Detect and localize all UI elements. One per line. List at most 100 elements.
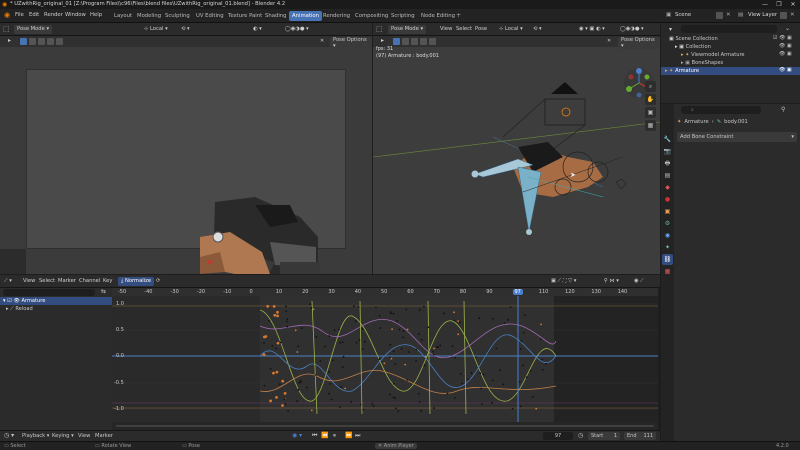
keyframe-dot[interactable]	[507, 318, 510, 321]
new-scene-icon[interactable]	[716, 12, 723, 19]
tab-scripting[interactable]: Scripting	[388, 11, 418, 21]
keyframe-dot[interactable]	[451, 345, 454, 348]
outliner-visibility-icon[interactable]: 👁 ▣	[779, 67, 792, 73]
select-subtract-icon[interactable]	[38, 38, 45, 45]
select-box-icon[interactable]	[20, 38, 27, 45]
keyframe-dot[interactable]	[443, 312, 446, 315]
keyframe-dot[interactable]	[392, 382, 395, 385]
keyframe-dot[interactable]	[518, 381, 521, 383]
keyframe-dot[interactable]	[283, 398, 286, 401]
keyframe-dot[interactable]	[328, 392, 330, 395]
keyframe-dot[interactable]	[309, 303, 311, 305]
left-viewport[interactable]: ⬚ Pose Mode ▾ ⊹ Local ▾ ⟲ ▾ ◐ ▾ ◯◉◑● ▾ ▸…	[0, 23, 372, 274]
outliner-search-input[interactable]	[681, 25, 777, 33]
keyframe-dot[interactable]	[269, 399, 272, 403]
right-viewport[interactable]: ⬚ Pose Mode ▾ View Select Pose ⊹ Local ▾…	[373, 23, 660, 274]
pan-hand-icon[interactable]: ✋	[645, 94, 656, 105]
channel-reload[interactable]: ▸ ⟋ Reload	[0, 305, 112, 313]
keyframe-dot[interactable]	[378, 358, 381, 360]
normalize-refresh-icon[interactable]: ⟳	[156, 277, 160, 286]
tab-texture-paint[interactable]: Texture Paint	[225, 11, 265, 21]
keyframe-dot[interactable]	[375, 306, 377, 309]
right-select-subtract-icon[interactable]	[411, 38, 418, 45]
keyframe-dot[interactable]	[273, 313, 277, 317]
keyframe-dot[interactable]	[406, 328, 409, 331]
right-view-toggle-icons[interactable]: ◉ ▾ ▣ ◐ ▾	[579, 25, 605, 34]
keyframe-dot[interactable]	[271, 345, 274, 347]
keyframe-dot[interactable]	[339, 406, 341, 409]
keyframe-dot[interactable]	[457, 333, 460, 336]
add-bone-constraint-button[interactable]: Add Bone Constraint ▾	[677, 132, 797, 142]
left-toolbar-toggle-icon[interactable]: ▸	[8, 37, 11, 44]
play-icon[interactable]: ⏸	[333, 432, 336, 440]
keyframe-dot[interactable]	[407, 351, 410, 353]
keyframe-dot[interactable]	[284, 403, 287, 405]
keyframe-dot[interactable]	[371, 402, 374, 405]
keyframe-dot[interactable]	[266, 304, 270, 308]
keyframe-dot[interactable]	[283, 392, 287, 395]
keyframe-dot[interactable]	[454, 357, 457, 359]
keyframe-dot[interactable]	[453, 319, 456, 322]
keyframe-dot[interactable]	[362, 408, 365, 411]
anim-player-indicator[interactable]: ✕ Anim Player	[375, 443, 417, 449]
keying-menu[interactable]: Keying ▾	[52, 433, 74, 439]
keyframe-dot[interactable]	[350, 401, 353, 403]
keyframe-dot[interactable]	[389, 393, 391, 396]
menu-file[interactable]: File	[15, 12, 24, 18]
keyframe-dot[interactable]	[541, 368, 544, 371]
object-tab-icon[interactable]: ▣	[662, 206, 673, 217]
keyframe-dot[interactable]	[436, 345, 438, 348]
keyframe-dot[interactable]	[389, 343, 392, 346]
menu-edit[interactable]: Edit	[29, 12, 39, 18]
select-extend-icon[interactable]	[29, 38, 36, 45]
keyframe-dot[interactable]	[272, 305, 276, 308]
world-tab-icon[interactable]: ●	[662, 194, 673, 205]
material-tab-icon[interactable]: ▦	[662, 266, 673, 277]
output-tab-icon[interactable]: 🖶	[662, 158, 673, 169]
keyframe-dot[interactable]	[341, 366, 344, 369]
keyframe-dot[interactable]	[298, 381, 301, 384]
keyframe-dot[interactable]	[383, 362, 386, 365]
right-menu-pose[interactable]: Pose	[475, 25, 487, 34]
left-x-mirror-icon[interactable]: ✕	[320, 38, 324, 44]
tool-tab-icon[interactable]: 🔧	[662, 134, 673, 145]
channel-filter-icon[interactable]: ⇆	[101, 288, 106, 295]
keyframe-dot[interactable]	[482, 373, 485, 376]
keyframe-dot[interactable]	[427, 326, 430, 329]
right-menu-view[interactable]: View	[440, 25, 452, 34]
keyframe-dot[interactable]	[372, 405, 375, 408]
keyframe-dot[interactable]	[461, 382, 464, 385]
render-tab-icon[interactable]: 📷	[662, 146, 673, 157]
keyframe-dot[interactable]	[420, 410, 423, 412]
keyframe-dot[interactable]	[319, 360, 322, 362]
keyframe-dot[interactable]	[418, 401, 421, 403]
right-editor-type-icon[interactable]: ⬚	[376, 25, 383, 33]
keyframe-dot[interactable]	[392, 396, 395, 399]
keyframe-dot[interactable]	[453, 397, 456, 399]
timeline-marker-menu[interactable]: Marker	[95, 433, 113, 439]
delete-scene-icon[interactable]: ✕	[726, 12, 731, 18]
tab-sculpting[interactable]: Sculpting	[162, 11, 193, 21]
keyframe-dot[interactable]	[398, 328, 401, 331]
select-invert-icon[interactable]	[47, 38, 54, 45]
curve-canvas[interactable]	[112, 296, 658, 422]
start-frame-field[interactable]: Start 1	[588, 432, 620, 440]
keyframe-dot[interactable]	[357, 306, 360, 308]
outliner-visibility-icon[interactable]: 👁 ▣	[779, 51, 792, 57]
keyframe-dot[interactable]	[402, 330, 405, 332]
keyframe-dot[interactable]	[423, 364, 426, 367]
keyframe-dot[interactable]	[329, 383, 331, 385]
data-tab-icon[interactable]: ✦	[662, 242, 673, 253]
keyframe-dot[interactable]	[296, 400, 298, 402]
keyframe-dot[interactable]	[415, 348, 418, 351]
channel-search-input[interactable]	[3, 289, 95, 296]
keyframe-dot[interactable]	[432, 353, 435, 356]
keyframe-dot[interactable]	[363, 340, 366, 343]
keyframe-dot[interactable]	[312, 308, 315, 311]
keyframe-dot[interactable]	[491, 401, 493, 404]
keyframe-dot[interactable]	[285, 320, 288, 323]
scene-name[interactable]: Scene	[675, 12, 691, 18]
keyframe-dot[interactable]	[268, 319, 270, 322]
keyframe-dot[interactable]	[491, 317, 494, 320]
keyframe-dot[interactable]	[297, 388, 300, 391]
